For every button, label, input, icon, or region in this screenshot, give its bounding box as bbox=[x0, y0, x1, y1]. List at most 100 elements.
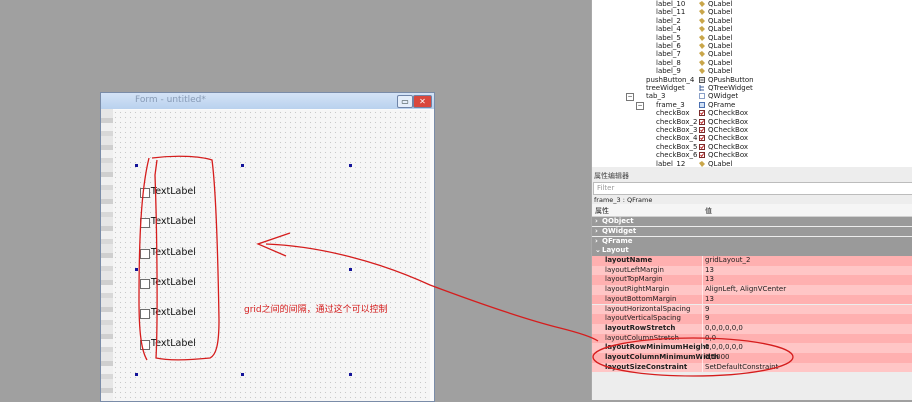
tree-row[interactable]: label_4 QLabel bbox=[592, 25, 912, 33]
expand-arrow-icon[interactable]: › bbox=[595, 237, 598, 246]
checkbox-icon bbox=[699, 135, 705, 142]
tree-row[interactable]: treeWidget QTreeWidget bbox=[592, 84, 912, 92]
property-row[interactable]: layoutTopMargin 13 bbox=[592, 275, 912, 286]
property-row[interactable]: layoutSizeConstraint SetDefaultConstrain… bbox=[592, 362, 912, 373]
property-row[interactable]: layoutBottomMargin 13 bbox=[592, 294, 912, 305]
property-name: layoutTopMargin bbox=[605, 275, 663, 284]
tree-row[interactable]: checkBox QCheckBox bbox=[592, 109, 912, 117]
tree-row[interactable]: label_11 QLabel bbox=[592, 8, 912, 16]
tree-row[interactable]: checkBox_5 QCheckBox bbox=[592, 143, 912, 151]
object-inspector[interactable]: label_10 QLabel label_11 QLabel label_2 … bbox=[591, 0, 912, 168]
tree-class-name: QFrame bbox=[708, 100, 736, 109]
property-row[interactable]: layoutLeftMargin 13 bbox=[592, 265, 912, 276]
property-group-qobject[interactable]: › QObject bbox=[592, 217, 912, 227]
property-row[interactable]: layoutRightMargin AlignLeft, AlignVCente… bbox=[592, 285, 912, 295]
tree-object-name: checkBox_4 bbox=[656, 134, 698, 143]
tree-class-name: QCheckBox bbox=[708, 151, 749, 160]
tree-class-name: QLabel bbox=[708, 67, 733, 76]
selection-handle[interactable] bbox=[135, 164, 138, 167]
property-name: layoutVerticalSpacing bbox=[605, 314, 681, 323]
property-value[interactable]: 0,1000 bbox=[705, 353, 730, 363]
property-value[interactable]: 13 bbox=[705, 295, 714, 305]
property-value[interactable]: 0,0,0,0,0,0 bbox=[705, 343, 743, 353]
tree-class-name: QCheckBox bbox=[708, 134, 749, 143]
frame-icon bbox=[699, 101, 705, 108]
selection-handle[interactable] bbox=[349, 373, 352, 376]
property-row[interactable]: layoutRowMinimumHeight 0,0,0,0,0,0 bbox=[592, 343, 912, 353]
checkbox-indicator[interactable] bbox=[140, 218, 150, 228]
property-group-qframe[interactable]: › QFrame bbox=[592, 236, 912, 246]
property-row[interactable]: layoutName gridLayout_2 bbox=[592, 256, 912, 266]
tree-row[interactable]: label_5 QLabel bbox=[592, 34, 912, 42]
expand-arrow-icon[interactable]: › bbox=[595, 227, 598, 236]
label-icon bbox=[699, 51, 705, 58]
tree-object-name: checkBox_3 bbox=[656, 126, 698, 134]
label-icon bbox=[699, 160, 705, 167]
close-button[interactable]: ✕ bbox=[413, 95, 432, 108]
property-value[interactable]: gridLayout_2 bbox=[705, 256, 750, 266]
label-icon bbox=[699, 17, 705, 24]
property-group-qwidget[interactable]: › QWidget bbox=[592, 226, 912, 236]
tree-row[interactable]: label_7 QLabel bbox=[592, 50, 912, 58]
property-row[interactable]: layoutRowStretch 0,0,0,0,0,0 bbox=[592, 323, 912, 334]
checkbox-label: TextLabel bbox=[151, 186, 196, 197]
checkbox-indicator[interactable] bbox=[140, 309, 150, 319]
checkbox-indicator[interactable] bbox=[140, 279, 150, 289]
tree-row[interactable]: − tab_3 QWidget bbox=[592, 92, 912, 102]
selection-handle[interactable] bbox=[349, 164, 352, 167]
property-value[interactable]: 9 bbox=[705, 305, 709, 315]
property-name: layoutName bbox=[605, 256, 653, 264]
tree-class-name: QLabel bbox=[708, 33, 733, 42]
tree-row[interactable]: pushButton_4 QPushButton bbox=[592, 76, 912, 84]
tree-row[interactable]: label_6 QLabel bbox=[592, 42, 912, 50]
selection-handle[interactable] bbox=[349, 268, 352, 271]
tree-object-name: checkBox bbox=[656, 109, 690, 118]
minimize-button[interactable]: ▭ bbox=[397, 95, 413, 108]
tree-row[interactable]: checkBox_4 QCheckBox bbox=[592, 134, 912, 142]
property-group-layout[interactable]: ⌄ Layout bbox=[592, 246, 912, 256]
tree-row[interactable]: checkBox_2 QCheckBox bbox=[592, 118, 912, 126]
property-row[interactable]: layoutColumnStretch 0,0 bbox=[592, 333, 912, 344]
collapse-arrow-icon[interactable]: ⌄ bbox=[595, 246, 601, 255]
tree-row[interactable]: checkBox_3 QCheckBox bbox=[592, 126, 912, 134]
property-editor[interactable]: 属性编辑器 Filter frame_3 : QFrame 属性 值 › QOb… bbox=[591, 167, 912, 400]
annotation-note: grid之间的间隔，通过这个可以控制 bbox=[244, 305, 388, 315]
tree-class-name: QLabel bbox=[708, 42, 733, 50]
property-row[interactable]: layoutColumnMinimumWidth 0,1000 bbox=[592, 353, 912, 363]
tree-row[interactable]: checkBox_6 QCheckBox bbox=[592, 151, 912, 159]
selection-handle[interactable] bbox=[135, 373, 138, 376]
tree-class-name: QWidget bbox=[708, 92, 739, 101]
property-value[interactable]: 9 bbox=[705, 314, 709, 324]
property-name: layoutBottomMargin bbox=[605, 294, 677, 303]
expand-arrow-icon[interactable]: › bbox=[595, 217, 598, 226]
tree-class-name: QCheckBox bbox=[708, 142, 749, 151]
widget-icon bbox=[699, 93, 705, 100]
checkbox-indicator[interactable] bbox=[140, 340, 150, 350]
selection-handle[interactable] bbox=[135, 268, 138, 271]
property-value[interactable]: 0,0,0,0,0,0 bbox=[705, 324, 743, 334]
group-label: QObject bbox=[602, 217, 634, 225]
property-row[interactable]: layoutHorizontalSpacing 9 bbox=[592, 304, 912, 315]
checkbox-indicator[interactable] bbox=[140, 249, 150, 259]
tree-class-name: QCheckBox bbox=[708, 109, 749, 118]
property-value[interactable]: SetDefaultConstraint bbox=[705, 363, 778, 373]
property-value[interactable]: AlignLeft, AlignVCenter bbox=[705, 285, 786, 295]
tree-row[interactable]: label_2 QLabel bbox=[592, 17, 912, 25]
checkbox-label: TextLabel bbox=[151, 247, 196, 258]
tree-row[interactable]: label_8 QLabel bbox=[592, 59, 912, 67]
checkbox-indicator[interactable] bbox=[140, 188, 150, 198]
property-value[interactable]: 13 bbox=[705, 275, 714, 285]
property-name: layoutRowStretch bbox=[605, 323, 676, 332]
property-value[interactable]: 13 bbox=[705, 266, 714, 276]
property-filter-input[interactable]: Filter bbox=[593, 182, 912, 195]
property-row[interactable]: layoutVerticalSpacing 9 bbox=[592, 314, 912, 324]
tree-row[interactable]: label_10 QLabel bbox=[592, 0, 912, 8]
checkbox-label: TextLabel bbox=[151, 277, 196, 288]
tree-object-name: label_5 bbox=[656, 33, 681, 42]
property-value[interactable]: 0,0 bbox=[705, 334, 716, 344]
tree-row[interactable]: − frame_3 QFrame bbox=[592, 100, 912, 110]
tree-row[interactable]: label_9 QLabel bbox=[592, 67, 912, 75]
window-titlebar[interactable]: Form - untitled* ▭ ✕ bbox=[101, 93, 434, 109]
selection-handle[interactable] bbox=[241, 373, 244, 376]
selection-handle[interactable] bbox=[241, 164, 244, 167]
